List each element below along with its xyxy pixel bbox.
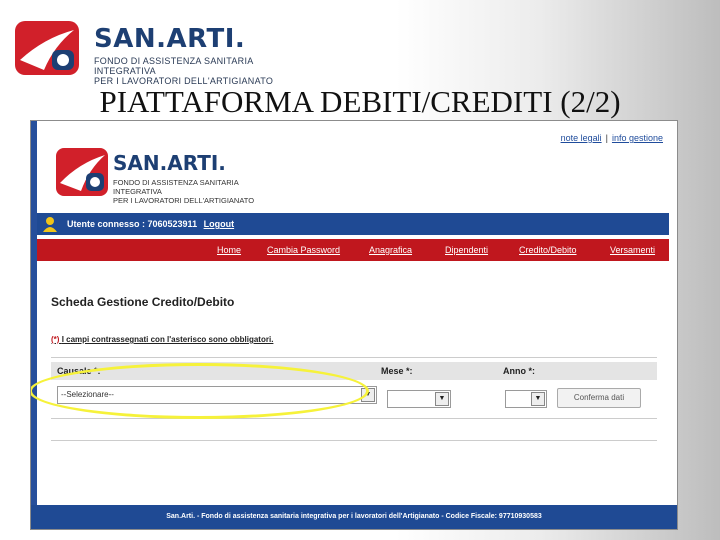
footer: San.Arti. - Fondo di assistenza sanitari… [31,505,677,529]
nav-home[interactable]: Home [217,245,241,255]
slide-logo: SAN.ARTI. FONDO DI ASSISTENZA SANITARIA … [14,20,314,86]
highlight-ellipse [31,363,369,419]
link-info-gestione[interactable]: info gestione [612,133,663,143]
slide-brand-subtitle: FONDO DI ASSISTENZA SANITARIA INTEGRATIV… [94,56,274,86]
left-border [31,121,37,529]
divider [51,440,657,441]
app-brand-subtitle: FONDO DI ASSISTENZA SANITARIA INTEGRATIV… [113,178,255,205]
chevron-down-icon: ▼ [531,392,545,406]
san-arti-logo-icon [15,21,79,75]
label-mese: Mese *: [381,366,413,376]
chevron-down-icon: ▼ [435,392,449,406]
nav-anagrafica[interactable]: Anagrafica [369,245,412,255]
app-logo-icon [56,148,108,196]
slide-title: PIATTAFORMA DEBITI/CREDITI (2/2) [99,84,621,119]
nav-credito-debito[interactable]: Credito/Debito [519,245,577,255]
confirm-button[interactable]: Conferma dati [557,388,641,408]
slide-brand: SAN.ARTI. [94,24,246,54]
nav-dipendenti[interactable]: Dipendenti [445,245,488,255]
form-title: Scheda Gestione Credito/Debito [51,295,235,309]
nav-versamenti[interactable]: Versamenti [610,245,655,255]
user-icon [43,217,57,232]
anno-select[interactable]: ▼ [505,390,547,408]
nav-cambia-password[interactable]: Cambia Password [267,245,340,255]
required-fields-note: (*) I campi contrassegnati con l'asteris… [51,335,274,344]
mese-select[interactable]: ▼ [387,390,451,408]
logout-link[interactable]: Logout [204,219,235,229]
app-screenshot: note legali | info gestione SAN.ARTI. FOND… [30,120,678,530]
link-note-legali[interactable]: note legali [561,133,602,143]
connected-user: Utente connesso : 7060523911 [67,219,198,229]
app-logo: SAN.ARTI. FONDO DI ASSISTENZA SANITARIA … [55,147,287,205]
user-bar: Utente connesso : 7060523911 Logout [37,213,669,235]
label-anno: Anno *: [503,366,535,376]
top-links: note legali | info gestione [560,133,663,143]
app-brand: SAN.ARTI. [113,151,226,175]
divider [51,418,657,419]
nav-bar: Home Cambia Password Anagrafica Dipenden… [37,239,669,261]
